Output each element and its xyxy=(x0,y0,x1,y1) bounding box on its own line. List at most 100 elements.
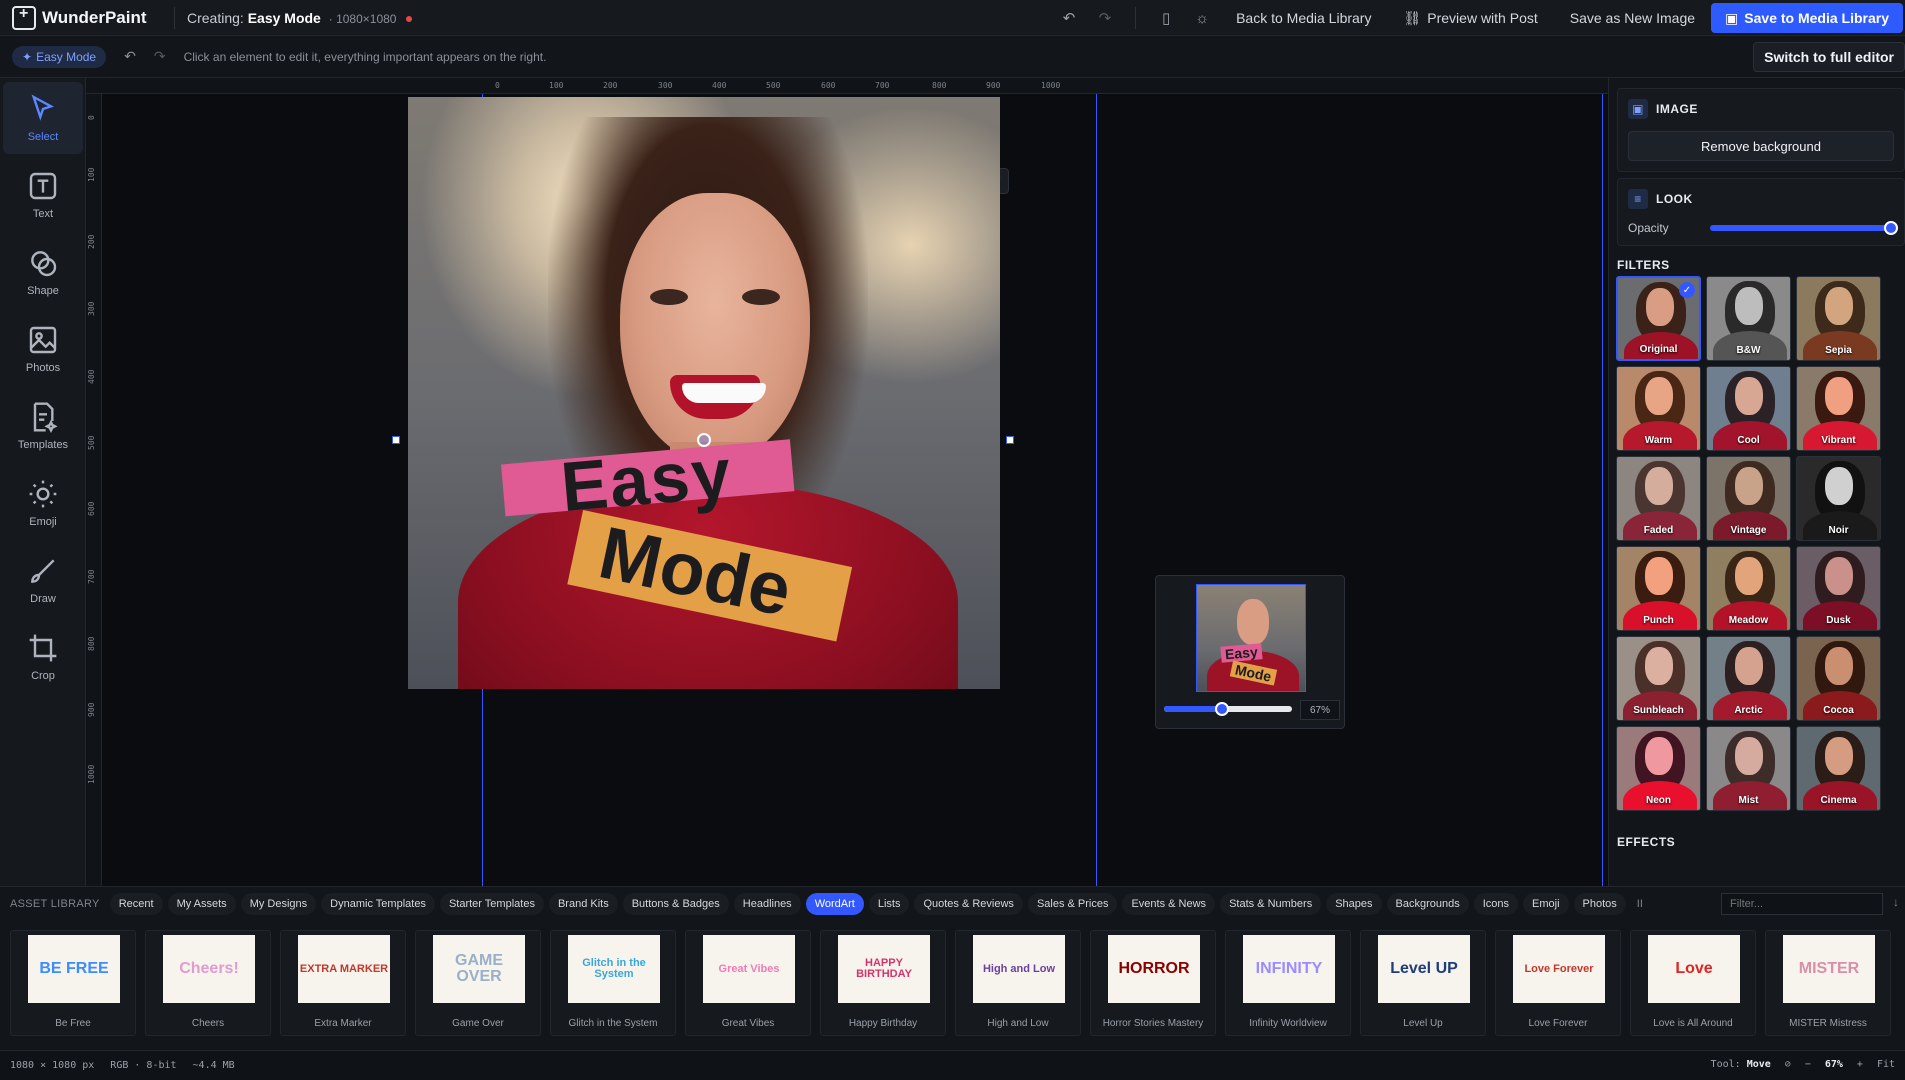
filter-vibrant[interactable]: Vibrant xyxy=(1796,366,1881,451)
tool-templates[interactable]: Templates xyxy=(3,390,83,462)
asset-tab[interactable]: Starter Templates xyxy=(439,892,544,915)
asset-tab[interactable]: Shapes xyxy=(1326,892,1382,915)
app-logo[interactable]: WunderPaint xyxy=(0,5,162,30)
filter-thumb-face xyxy=(1825,287,1853,325)
zoom-in-icon[interactable]: + xyxy=(1857,1059,1863,1070)
asset-name: Level Up xyxy=(1403,1018,1443,1029)
filter-sunbleach[interactable]: Sunbleach xyxy=(1616,636,1701,721)
filter-faded[interactable]: Faded xyxy=(1616,456,1701,541)
filter-cinema[interactable]: Cinema xyxy=(1796,726,1881,811)
redo-icon[interactable]: ↷ xyxy=(154,48,166,65)
tool-text[interactable]: Text xyxy=(3,159,83,231)
filter-punch[interactable]: Punch xyxy=(1616,546,1701,631)
easy-mode-badge[interactable]: ✦ Easy Mode xyxy=(12,45,107,68)
filter-warm[interactable]: Warm xyxy=(1616,366,1701,451)
zoom-slider[interactable] xyxy=(1164,702,1292,716)
rotate-center-handle[interactable] xyxy=(697,433,711,447)
asset-tab[interactable]: WordArt xyxy=(805,892,864,915)
photo-mouth xyxy=(670,375,766,419)
asset-tab[interactable]: Quotes & Reviews xyxy=(914,892,1023,915)
asset-tab[interactable]: Events & News xyxy=(1122,892,1216,915)
remove-background-button[interactable]: Remove background xyxy=(1628,131,1894,161)
asset-tab[interactable]: Lists xyxy=(868,892,910,915)
filter-noir[interactable]: Noir xyxy=(1796,456,1881,541)
filter-arctic[interactable]: Arctic xyxy=(1706,636,1791,721)
link-icon: ⛓ xyxy=(1403,9,1422,26)
filter-vintage[interactable]: Vintage xyxy=(1706,456,1791,541)
opacity-slider-knob[interactable] xyxy=(1884,221,1898,235)
opacity-row: Opacity xyxy=(1628,221,1898,235)
undo-icon[interactable]: ↶ xyxy=(124,48,136,65)
zoom-slider-knob[interactable] xyxy=(1214,702,1229,716)
asset-filter-input[interactable] xyxy=(1721,893,1883,915)
pause-icon[interactable]: II xyxy=(1637,898,1643,910)
fit-button[interactable]: Fit xyxy=(1877,1059,1895,1070)
asset-tab[interactable]: Brand Kits xyxy=(548,892,618,915)
asset-card[interactable]: Love Forever Love Forever xyxy=(1495,930,1621,1036)
asset-tab[interactable]: Stats & Numbers xyxy=(1220,892,1322,915)
asset-card[interactable]: Cheers! Cheers xyxy=(145,930,271,1036)
asset-tab[interactable]: Dynamic Templates xyxy=(321,892,435,915)
asset-card[interactable]: BE FREE Be Free xyxy=(10,930,136,1036)
asset-card[interactable]: INFINITY Infinity Worldview xyxy=(1225,930,1351,1036)
filter-bw[interactable]: B&W xyxy=(1706,276,1791,361)
status-size: 1080 × 1080 px xyxy=(10,1060,95,1071)
redo-icon[interactable]: ↷ xyxy=(1087,0,1123,36)
asset-card[interactable]: HAPPY BIRTHDAY Happy Birthday xyxy=(820,930,946,1036)
document-icon[interactable]: ▯ xyxy=(1148,0,1184,36)
asset-tab[interactable]: Recent xyxy=(109,892,163,915)
resize-handle-left[interactable] xyxy=(392,436,400,444)
filter-orig[interactable]: Original ✓ xyxy=(1616,276,1701,361)
tool-emoji[interactable]: Emoji xyxy=(3,467,83,539)
asset-card[interactable]: Great Vibes Great Vibes xyxy=(685,930,811,1036)
filter-neon[interactable]: Neon xyxy=(1616,726,1701,811)
navigator-thumbnail[interactable]: Easy Mode xyxy=(1196,584,1306,692)
canvas-area[interactable]: 0 100 200 300 400 500 600 700 800 900 10… xyxy=(86,78,1608,886)
asset-tab[interactable]: My Assets xyxy=(167,892,236,915)
ruler-tick: 400 xyxy=(712,81,727,90)
asset-card[interactable]: Love Love is All Around xyxy=(1630,930,1756,1036)
back-to-media-library-button[interactable]: Back to Media Library xyxy=(1220,10,1387,26)
preview-with-post-button[interactable]: ⛓ Preview with Post xyxy=(1387,10,1553,27)
tool-select[interactable]: Select xyxy=(3,82,83,154)
asset-thumbnail: HORROR xyxy=(1108,935,1200,1003)
shape-icon xyxy=(31,251,57,277)
asset-tab[interactable]: Photos xyxy=(1573,892,1626,915)
tool-crop[interactable]: Crop xyxy=(3,621,83,693)
asset-card[interactable]: Level UP Level Up xyxy=(1360,930,1486,1036)
download-icon[interactable]: ↓ xyxy=(1893,895,1899,909)
filter-sepia[interactable]: Sepia xyxy=(1796,276,1881,361)
asset-card[interactable]: HORROR Horror Stories Mastery xyxy=(1090,930,1216,1036)
tool-shape[interactable]: Shape xyxy=(3,236,83,308)
asset-name: Horror Stories Mastery xyxy=(1102,1018,1204,1029)
resize-handle-right[interactable] xyxy=(1006,436,1014,444)
asset-card[interactable]: High and Low High and Low xyxy=(955,930,1081,1036)
asset-card[interactable]: Glitch in the System Glitch in the System xyxy=(550,930,676,1036)
tool-draw[interactable]: Draw xyxy=(3,544,83,616)
asset-tab[interactable]: Icons xyxy=(1473,892,1519,915)
asset-tab[interactable]: Emoji xyxy=(1523,892,1569,915)
filter-dusk[interactable]: Dusk xyxy=(1796,546,1881,631)
asset-card[interactable]: MISTER MISTER Mistress xyxy=(1765,930,1891,1036)
filter-cool[interactable]: Cool xyxy=(1706,366,1791,451)
asset-card[interactable]: GAME OVER Game Over xyxy=(415,930,541,1036)
asset-tab[interactable]: My Designs xyxy=(240,892,317,915)
zoom-out-icon[interactable]: − xyxy=(1805,1059,1811,1070)
save-as-new-image-button[interactable]: Save as New Image xyxy=(1554,10,1711,26)
asset-tab[interactable]: Sales & Prices xyxy=(1027,892,1118,915)
filter-meadow[interactable]: Meadow xyxy=(1706,546,1791,631)
tool-photos[interactable]: Photos xyxy=(3,313,83,385)
filter-cocoa[interactable]: Cocoa xyxy=(1796,636,1881,721)
switch-to-full-editor-button[interactable]: Switch to full editor xyxy=(1753,42,1905,72)
filter-mist[interactable]: Mist xyxy=(1706,726,1791,811)
asset-card[interactable]: EXTRA MARKER Extra Marker xyxy=(280,930,406,1036)
undo-icon[interactable]: ↶ xyxy=(1051,0,1087,36)
hide-guides-icon[interactable]: ⊘ xyxy=(1785,1059,1791,1070)
asset-tab[interactable]: Buttons & Badges xyxy=(622,892,729,915)
save-to-media-library-button[interactable]: ▣ Save to Media Library xyxy=(1711,3,1903,33)
canvas-image[interactable]: Easy Mode xyxy=(408,97,1000,689)
opacity-slider[interactable] xyxy=(1710,221,1898,235)
theme-sun-icon[interactable]: ☼ xyxy=(1184,0,1220,36)
asset-tab[interactable]: Backgrounds xyxy=(1386,892,1469,915)
asset-tab[interactable]: Headlines xyxy=(733,892,801,915)
